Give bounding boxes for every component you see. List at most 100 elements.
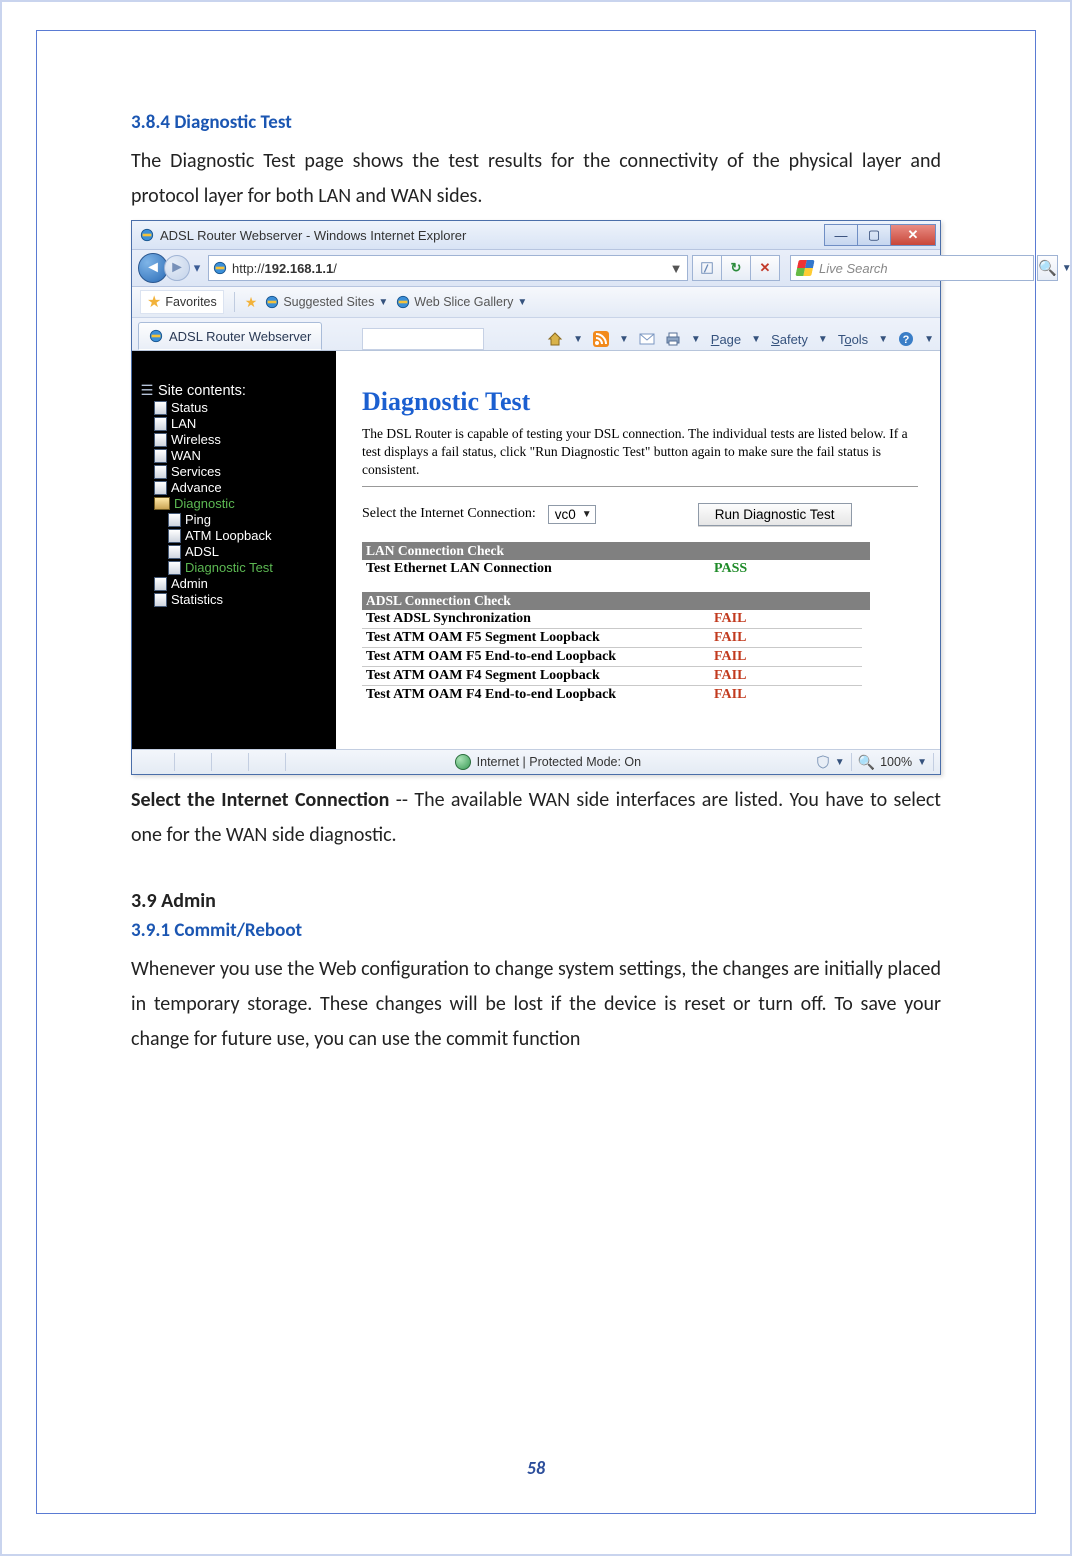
router-desc: The DSL Router is capable of testing you… [362, 425, 918, 480]
menu-safety[interactable]: Safety [771, 332, 808, 347]
menu-tools[interactable]: Tools [838, 332, 868, 347]
nav-label: Ping [185, 512, 211, 527]
nav-history-dropdown[interactable]: ▾ [190, 258, 204, 278]
chevron-down-icon: ▼ [835, 757, 845, 768]
print-icon[interactable] [665, 331, 681, 347]
nav-label: Diagnostic [174, 496, 235, 511]
nav-label: ADSL [185, 544, 219, 559]
nav-diagnostic[interactable]: Diagnostic [154, 496, 330, 511]
tab-active[interactable]: ADSL Router Webserver [138, 322, 322, 350]
stop-button[interactable]: ✕ [751, 255, 780, 281]
test-name: Test Ethernet LAN Connection [362, 560, 710, 578]
run-diagnostic-button[interactable]: Run Diagnostic Test [698, 503, 852, 526]
search-field[interactable]: Live Search [790, 255, 1034, 281]
test-name: Test ADSL Synchronization [362, 610, 710, 629]
find-box[interactable] [362, 328, 484, 350]
ie-icon [140, 228, 154, 242]
tab-title: ADSL Router Webserver [169, 329, 311, 344]
page-icon [168, 561, 181, 575]
page-icon [154, 577, 167, 591]
result-row: Test ATM OAM F5 End-to-end LoopbackFAIL [362, 647, 862, 666]
nav-label: Statistics [171, 592, 223, 607]
heading-admin: 3.9 Admin [131, 889, 941, 913]
page-icon [168, 545, 181, 559]
paragraph-diag-intro: The Diagnostic Test page shows the test … [131, 144, 941, 214]
chevron-down-icon[interactable]: ▼ [573, 334, 583, 345]
nav-ping[interactable]: Ping [168, 512, 330, 527]
add-favorite-icon[interactable]: ★ [245, 294, 258, 311]
close-button[interactable]: ✕ [890, 224, 936, 246]
web-slice-label: Web Slice Gallery [414, 295, 513, 309]
chevron-down-icon[interactable]: ▼ [619, 334, 629, 345]
star-icon: ★ [147, 292, 161, 312]
nav-label: Diagnostic Test [185, 560, 273, 575]
web-slice-link[interactable]: Web Slice Gallery ▼ [396, 295, 527, 309]
forward-button[interactable]: ► [164, 255, 190, 281]
nav-services[interactable]: Services [154, 464, 330, 479]
url-dropdown-icon[interactable]: ▼ [669, 261, 683, 276]
protected-mode-segment[interactable]: ▼ [810, 753, 852, 771]
test-name: Test ATM OAM F5 End-to-end Loopback [362, 647, 710, 666]
nav-wireless[interactable]: Wireless [154, 432, 330, 447]
zoom-icon: 🔍 [858, 754, 875, 771]
tree-icon: ☰ [140, 383, 154, 399]
maximize-button[interactable]: ▢ [857, 224, 891, 246]
status-segment [175, 753, 212, 771]
folder-open-icon [154, 497, 170, 510]
nav-label: WAN [171, 448, 201, 463]
favorites-button[interactable]: ★ Favorites [140, 290, 224, 314]
nav-advance[interactable]: Advance [154, 480, 330, 495]
nav-wan[interactable]: WAN [154, 448, 330, 463]
test-result: FAIL [710, 647, 862, 666]
result-row: Test ATM OAM F5 Segment LoopbackFAIL [362, 628, 862, 647]
nav-adsl[interactable]: ADSL [168, 544, 330, 559]
page-icon [154, 481, 167, 495]
search-provider-dropdown[interactable]: ▼ [1062, 263, 1072, 274]
chevron-down-icon[interactable]: ▼ [751, 334, 761, 345]
page-icon [168, 529, 181, 543]
test-result: PASS [710, 560, 862, 578]
test-name: Test ATM OAM F4 End-to-end Loopback [362, 685, 710, 704]
nav-statistics[interactable]: Statistics [154, 592, 330, 607]
menu-page[interactable]: Page [711, 332, 741, 347]
window-titlebar: ADSL Router Webserver - Windows Internet… [132, 221, 940, 250]
home-icon[interactable] [547, 331, 563, 347]
paragraph-select-connection: Select the Internet Connection -- The av… [131, 783, 941, 853]
zoom-control[interactable]: 🔍 100% ▼ [852, 753, 934, 771]
chevron-down-icon[interactable]: ▼ [691, 334, 701, 345]
nav-label: Advance [171, 480, 222, 495]
adsl-result-table: Test ADSL SynchronizationFAILTest ATM OA… [362, 610, 862, 704]
test-result: FAIL [710, 685, 862, 704]
search-go-button[interactable]: 🔍 [1037, 255, 1058, 281]
page-icon [154, 449, 167, 463]
nav-status[interactable]: Status [154, 400, 330, 415]
nav-lan[interactable]: LAN [154, 416, 330, 431]
tree-root[interactable]: ☰ Site contents: [140, 383, 330, 399]
nav-admin[interactable]: Admin [154, 576, 330, 591]
help-icon[interactable]: ? [898, 331, 914, 347]
minimize-button[interactable]: — [824, 224, 858, 246]
refresh-button[interactable]: ↻ [722, 255, 751, 281]
test-name: Test ATM OAM F4 Segment Loopback [362, 666, 710, 685]
chevron-down-icon: ▼ [917, 757, 927, 768]
suggested-sites-link[interactable]: Suggested Sites ▼ [265, 295, 388, 309]
test-result: FAIL [710, 628, 862, 647]
compat-view-button[interactable] [692, 255, 722, 281]
nav-diagnostic-test[interactable]: Diagnostic Test [168, 560, 330, 575]
nav-atm-loopback[interactable]: ATM Loopback [168, 528, 330, 543]
chevron-down-icon[interactable]: ▼ [818, 334, 828, 345]
url-field[interactable]: http://192.168.1.1/ ▼ [208, 255, 688, 281]
internet-zone-icon [455, 754, 471, 770]
router-page-title: Diagnostic Test [362, 387, 918, 417]
feeds-icon[interactable] [593, 331, 609, 347]
chevron-down-icon[interactable]: ▼ [878, 334, 888, 345]
select-connection-lead: Select the Internet Connection [131, 788, 389, 812]
test-name: Test ATM OAM F5 Segment Loopback [362, 628, 710, 647]
live-search-icon [795, 260, 814, 276]
chevron-down-icon[interactable]: ▼ [924, 334, 934, 345]
search-placeholder: Live Search [819, 261, 888, 276]
read-mail-icon[interactable] [639, 331, 655, 347]
url-suffix: / [333, 261, 337, 276]
connection-select[interactable]: vc0 ▼ [548, 505, 596, 524]
url-prefix: http:// [232, 261, 265, 276]
